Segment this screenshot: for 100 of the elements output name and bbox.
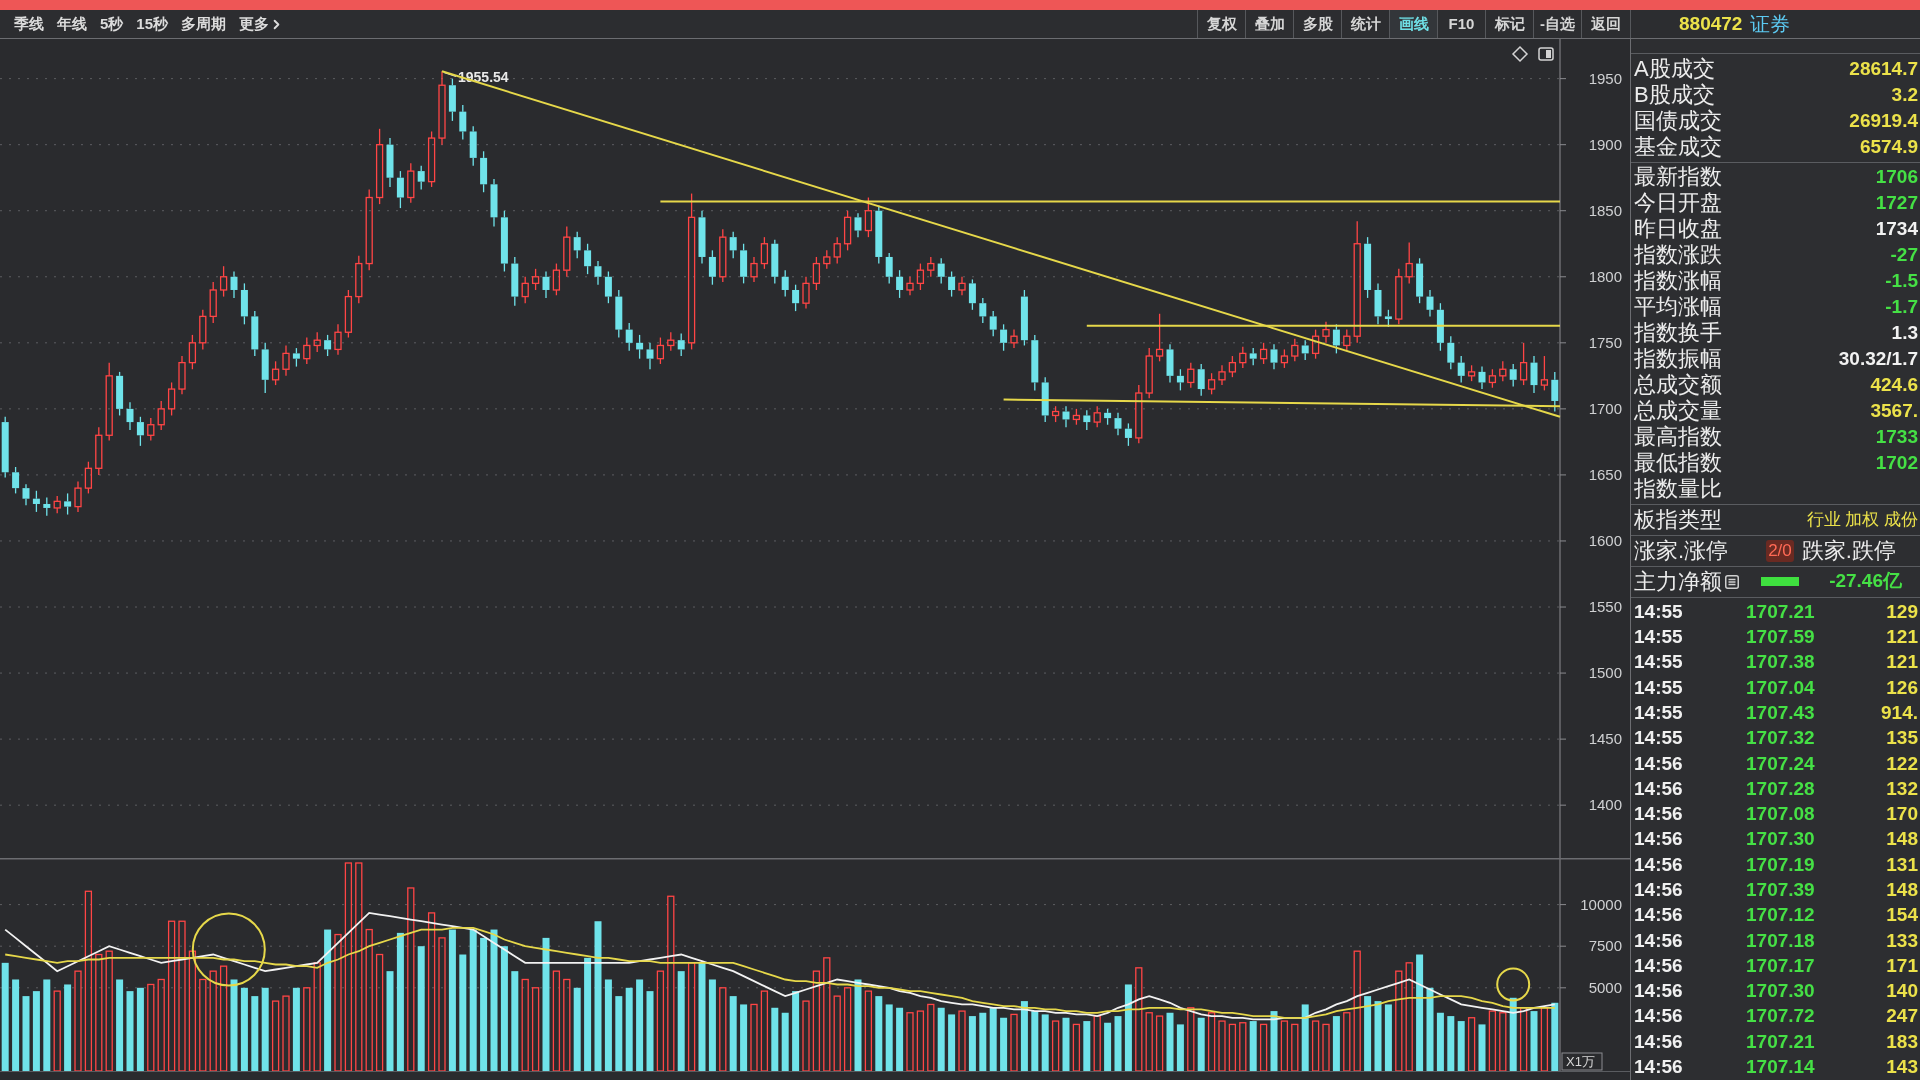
flow-bar bbox=[1761, 577, 1799, 587]
volume-cell-text: 154 bbox=[1886, 903, 1919, 928]
toolbar-tab[interactable]: 叠加 bbox=[1245, 10, 1293, 38]
time-cell-text: 14:55 bbox=[1634, 650, 1684, 675]
candle bbox=[22, 483, 30, 506]
price-cell-text: 1707.72 bbox=[1746, 1004, 1816, 1029]
volume-bar bbox=[896, 1007, 904, 1071]
period-tab[interactable]: 多周期 bbox=[181, 12, 227, 36]
period-tab[interactable]: 年线 bbox=[57, 12, 87, 36]
candle bbox=[469, 125, 477, 167]
stat-value: 28614.7 bbox=[1849, 56, 1918, 81]
candle bbox=[1176, 368, 1184, 392]
volume-bar bbox=[968, 1016, 976, 1071]
candle bbox=[43, 496, 51, 517]
candle bbox=[219, 265, 228, 298]
volume-bar bbox=[979, 1012, 987, 1071]
stat-value: 26919.4 bbox=[1849, 108, 1918, 133]
volume-bar bbox=[1519, 1007, 1528, 1071]
list-icon[interactable] bbox=[1725, 574, 1739, 589]
candle bbox=[334, 323, 342, 356]
stat-label: 跌家.跌停 bbox=[1801, 537, 1896, 564]
price-cell-text: 1707.30 bbox=[1746, 979, 1816, 1004]
candle bbox=[240, 282, 248, 325]
candle bbox=[178, 355, 186, 395]
candle bbox=[1519, 342, 1528, 386]
candle bbox=[1135, 384, 1143, 444]
period-tab[interactable]: 季线 bbox=[14, 12, 44, 36]
volume-cell-text: 170 bbox=[1886, 802, 1919, 827]
candle bbox=[1228, 355, 1237, 378]
toolbar-tab[interactable]: 标记 bbox=[1485, 10, 1533, 38]
candle bbox=[677, 332, 685, 357]
period-tab[interactable]: 5秒 bbox=[100, 12, 124, 36]
candle bbox=[1, 416, 9, 479]
candle bbox=[916, 262, 925, 291]
candle bbox=[490, 178, 498, 228]
candle bbox=[1332, 323, 1340, 355]
more-button[interactable]: 更多 bbox=[239, 12, 285, 36]
time-cell-text: 14:56 bbox=[1634, 1029, 1684, 1054]
candle bbox=[64, 492, 72, 516]
price-cell-text: 1707.21 bbox=[1746, 1029, 1816, 1054]
volume-bar bbox=[271, 1000, 280, 1071]
time-cell-text: 14:56 bbox=[1634, 1004, 1684, 1029]
candle bbox=[1031, 334, 1039, 392]
candle bbox=[1530, 355, 1538, 394]
time-cell-text: 14:55 bbox=[1634, 700, 1684, 725]
toolbar-tab[interactable]: 画线 bbox=[1389, 10, 1437, 38]
toolbar-tab[interactable]: 返回 bbox=[1581, 10, 1629, 38]
price-cell-text: 1707.04 bbox=[1746, 675, 1816, 700]
volume-bar bbox=[1343, 1012, 1351, 1071]
stat-value: 1733 bbox=[1875, 425, 1918, 450]
volume-bar bbox=[1062, 1017, 1070, 1071]
candle bbox=[199, 309, 207, 351]
candle bbox=[792, 284, 800, 312]
candle bbox=[230, 270, 238, 299]
price-cell-text: 1707.38 bbox=[1746, 650, 1816, 675]
candle bbox=[823, 249, 831, 270]
candle bbox=[729, 231, 737, 259]
candle bbox=[615, 289, 623, 339]
candle bbox=[1467, 364, 1476, 382]
time-cell-text: 14:56 bbox=[1634, 878, 1684, 902]
candle bbox=[1447, 335, 1455, 370]
price-cell-text: 1707.21 bbox=[1746, 599, 1816, 624]
candle bbox=[937, 257, 945, 285]
candle bbox=[979, 297, 987, 324]
toolbar-tab[interactable]: 复权 bbox=[1197, 10, 1245, 38]
period-tab[interactable]: 15秒 bbox=[136, 12, 169, 36]
toolbar-tab[interactable]: -自选 bbox=[1533, 10, 1581, 38]
volume-bar bbox=[771, 1007, 779, 1071]
axis-label: 1550 bbox=[1588, 598, 1622, 615]
candle bbox=[1291, 338, 1299, 362]
stat-value: 1706 bbox=[1875, 165, 1918, 190]
stat-label: 今日开盘 bbox=[1634, 190, 1722, 217]
candle bbox=[1051, 405, 1060, 423]
candle bbox=[1072, 408, 1081, 426]
candle bbox=[604, 270, 612, 304]
volume-bar bbox=[1041, 1014, 1049, 1071]
axis-label: 1750 bbox=[1588, 333, 1622, 351]
volume-bar bbox=[750, 1003, 758, 1071]
volume-bar bbox=[1218, 1020, 1226, 1071]
volume-cell-text: 148 bbox=[1886, 878, 1919, 902]
toolbar-tab[interactable]: 多股 bbox=[1293, 10, 1341, 38]
candle bbox=[646, 342, 654, 370]
candle bbox=[1280, 348, 1289, 369]
stat-label: 平均涨幅 bbox=[1634, 294, 1722, 321]
volume-bar bbox=[781, 1012, 789, 1071]
stat-label: 指数涨幅 bbox=[1634, 268, 1722, 295]
candle bbox=[95, 426, 103, 476]
candle bbox=[719, 228, 727, 283]
stat-value: 3567. bbox=[1870, 399, 1918, 424]
candle bbox=[12, 466, 20, 495]
volume-bar bbox=[937, 1007, 945, 1071]
candle bbox=[1010, 328, 1018, 349]
candle bbox=[427, 130, 436, 188]
candle bbox=[573, 231, 581, 259]
volume-bar bbox=[1010, 1013, 1018, 1071]
candle bbox=[459, 104, 467, 141]
candle bbox=[584, 243, 592, 275]
volume-bar bbox=[1249, 1021, 1257, 1071]
time-cell-text: 14:55 bbox=[1634, 599, 1684, 624]
toolbar-tab[interactable]: F10 bbox=[1437, 10, 1485, 38]
